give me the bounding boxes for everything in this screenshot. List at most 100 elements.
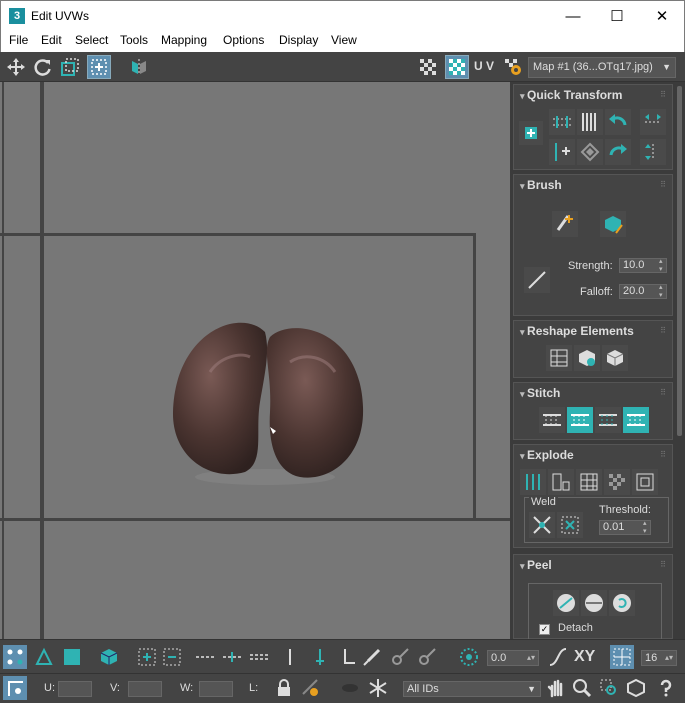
strength-spinner[interactable]: 10.0	[619, 258, 667, 274]
zoom-region-icon[interactable]	[597, 676, 621, 700]
scrollbar-thumb[interactable]	[677, 86, 682, 436]
pan-icon[interactable]	[544, 676, 568, 700]
rotate-ccw-icon[interactable]	[605, 109, 631, 135]
lock-icon[interactable]	[272, 676, 296, 700]
straighten-selection-icon[interactable]	[546, 345, 572, 371]
stitch-title[interactable]: Stitch	[520, 386, 560, 400]
straighten-icon[interactable]	[577, 139, 603, 165]
paint-grow-icon[interactable]	[388, 645, 412, 669]
angle-spinner[interactable]: 0.0 ▴▾	[487, 650, 539, 666]
peel-title[interactable]: Peel	[520, 558, 552, 572]
u-field[interactable]	[58, 681, 92, 697]
edge-mode-icon[interactable]	[32, 645, 56, 669]
paint-select-icon[interactable]	[360, 645, 384, 669]
weld-target-icon[interactable]	[557, 512, 583, 538]
break-icon[interactable]	[520, 469, 546, 495]
falloff-curve-icon[interactable]	[546, 645, 570, 669]
reset-peel-icon[interactable]	[609, 590, 635, 616]
drag-grip-icon[interactable]: ⠿	[660, 560, 666, 569]
scale-icon[interactable]	[58, 55, 82, 79]
show-map-icon[interactable]	[445, 55, 469, 79]
pivot-icon[interactable]	[3, 676, 27, 700]
relax-settings-icon[interactable]	[602, 345, 628, 371]
menu-tools[interactable]: Tools	[120, 33, 148, 47]
freeform-icon[interactable]	[87, 55, 111, 79]
uv-toggle[interactable]: U V	[474, 59, 494, 73]
minimize-button[interactable]: —	[550, 1, 596, 32]
align-center-icon[interactable]	[519, 121, 543, 145]
close-button[interactable]: ✕	[639, 1, 685, 32]
menu-view[interactable]: View	[331, 33, 357, 47]
vertex-mode-icon[interactable]	[3, 645, 27, 669]
freeze-icon[interactable]	[366, 676, 390, 700]
element-mode-icon[interactable]	[97, 645, 121, 669]
threshold-spinner[interactable]: 0.01	[599, 520, 651, 536]
menu-file[interactable]: File	[9, 33, 28, 47]
mirror-icon[interactable]	[127, 55, 151, 79]
stitch-to-target-icon[interactable]	[567, 407, 593, 433]
stitch-custom-icon[interactable]	[539, 407, 565, 433]
reshape-elements-title[interactable]: Reshape Elements	[520, 324, 634, 338]
align-horizontal-icon[interactable]	[549, 109, 575, 135]
rotate-icon[interactable]	[31, 55, 55, 79]
menu-display[interactable]: Display	[279, 33, 318, 47]
texture-map-dropdown[interactable]: Map #1 (36...OTq17.jpg) ▼	[528, 57, 676, 78]
rollout-scrollbar[interactable]	[674, 82, 685, 639]
quick-peel-icon[interactable]	[553, 590, 579, 616]
brush-title[interactable]: Brush	[520, 178, 562, 192]
help-icon[interactable]	[654, 676, 678, 700]
space-vertical-icon[interactable]	[640, 139, 666, 165]
zoom-extents-icon[interactable]	[624, 676, 648, 700]
relax-brush-icon[interactable]	[600, 211, 626, 237]
space-horizontal-icon[interactable]	[640, 109, 666, 135]
settings-icon[interactable]	[501, 55, 525, 79]
ring-shrink-icon[interactable]	[335, 645, 359, 669]
peel-mode-icon[interactable]	[581, 590, 607, 616]
drag-grip-icon[interactable]: ⠿	[660, 326, 666, 335]
v-field[interactable]	[128, 681, 162, 697]
snap-icon[interactable]	[610, 645, 634, 669]
checker-icon[interactable]	[416, 55, 440, 79]
explode-title[interactable]: Explode	[520, 448, 574, 462]
menu-options[interactable]: Options	[223, 33, 264, 47]
flatten-icon[interactable]	[576, 469, 602, 495]
rotate-cw-icon[interactable]	[605, 139, 631, 165]
flatten-by-smoothing-icon[interactable]	[604, 469, 630, 495]
material-id-dropdown[interactable]: All IDs ▼	[403, 681, 541, 697]
polygon-mode-icon[interactable]	[60, 645, 84, 669]
visibility-icon[interactable]	[299, 676, 323, 700]
hide-icon[interactable]	[338, 676, 362, 700]
uv-viewport[interactable]	[0, 82, 510, 639]
drag-grip-icon[interactable]: ⠿	[660, 180, 666, 189]
paint-move-icon[interactable]	[552, 211, 578, 237]
brush-falloff-icon[interactable]	[524, 267, 550, 293]
loop-icon[interactable]	[193, 645, 217, 669]
detach-checkbox[interactable]: ✓	[539, 624, 550, 635]
menu-select[interactable]: Select	[75, 33, 108, 47]
w-field[interactable]	[199, 681, 233, 697]
align-left-icon[interactable]	[549, 139, 575, 165]
shrink-selection-icon[interactable]	[160, 645, 184, 669]
weld-selected-icon[interactable]	[529, 512, 555, 538]
stitch-average-icon[interactable]	[595, 407, 621, 433]
zoom-icon[interactable]	[570, 676, 594, 700]
ring-icon[interactable]	[278, 645, 302, 669]
detach-icon[interactable]	[548, 469, 574, 495]
quick-transform-title[interactable]: Quick Transform	[520, 88, 622, 102]
loop-grow-icon[interactable]	[220, 645, 244, 669]
menu-edit[interactable]: Edit	[41, 33, 62, 47]
drag-grip-icon[interactable]: ⠿	[660, 450, 666, 459]
drag-grip-icon[interactable]: ⠿	[660, 388, 666, 397]
stitch-to-source-icon[interactable]	[623, 407, 649, 433]
grow-selection-icon[interactable]	[135, 645, 159, 669]
count-spinner[interactable]: 16 ▴▾	[641, 650, 677, 666]
flatten-by-material-icon[interactable]	[632, 469, 658, 495]
drag-grip-icon[interactable]: ⠿	[660, 90, 666, 99]
ring-grow-icon[interactable]	[308, 645, 332, 669]
maximize-button[interactable]: ☐	[594, 1, 640, 32]
align-vertical-icon[interactable]	[577, 109, 603, 135]
loop-shrink-icon[interactable]	[247, 645, 271, 669]
menu-mapping[interactable]: Mapping	[161, 33, 207, 47]
soft-selection-icon[interactable]	[457, 645, 481, 669]
paint-shrink-icon[interactable]	[415, 645, 439, 669]
